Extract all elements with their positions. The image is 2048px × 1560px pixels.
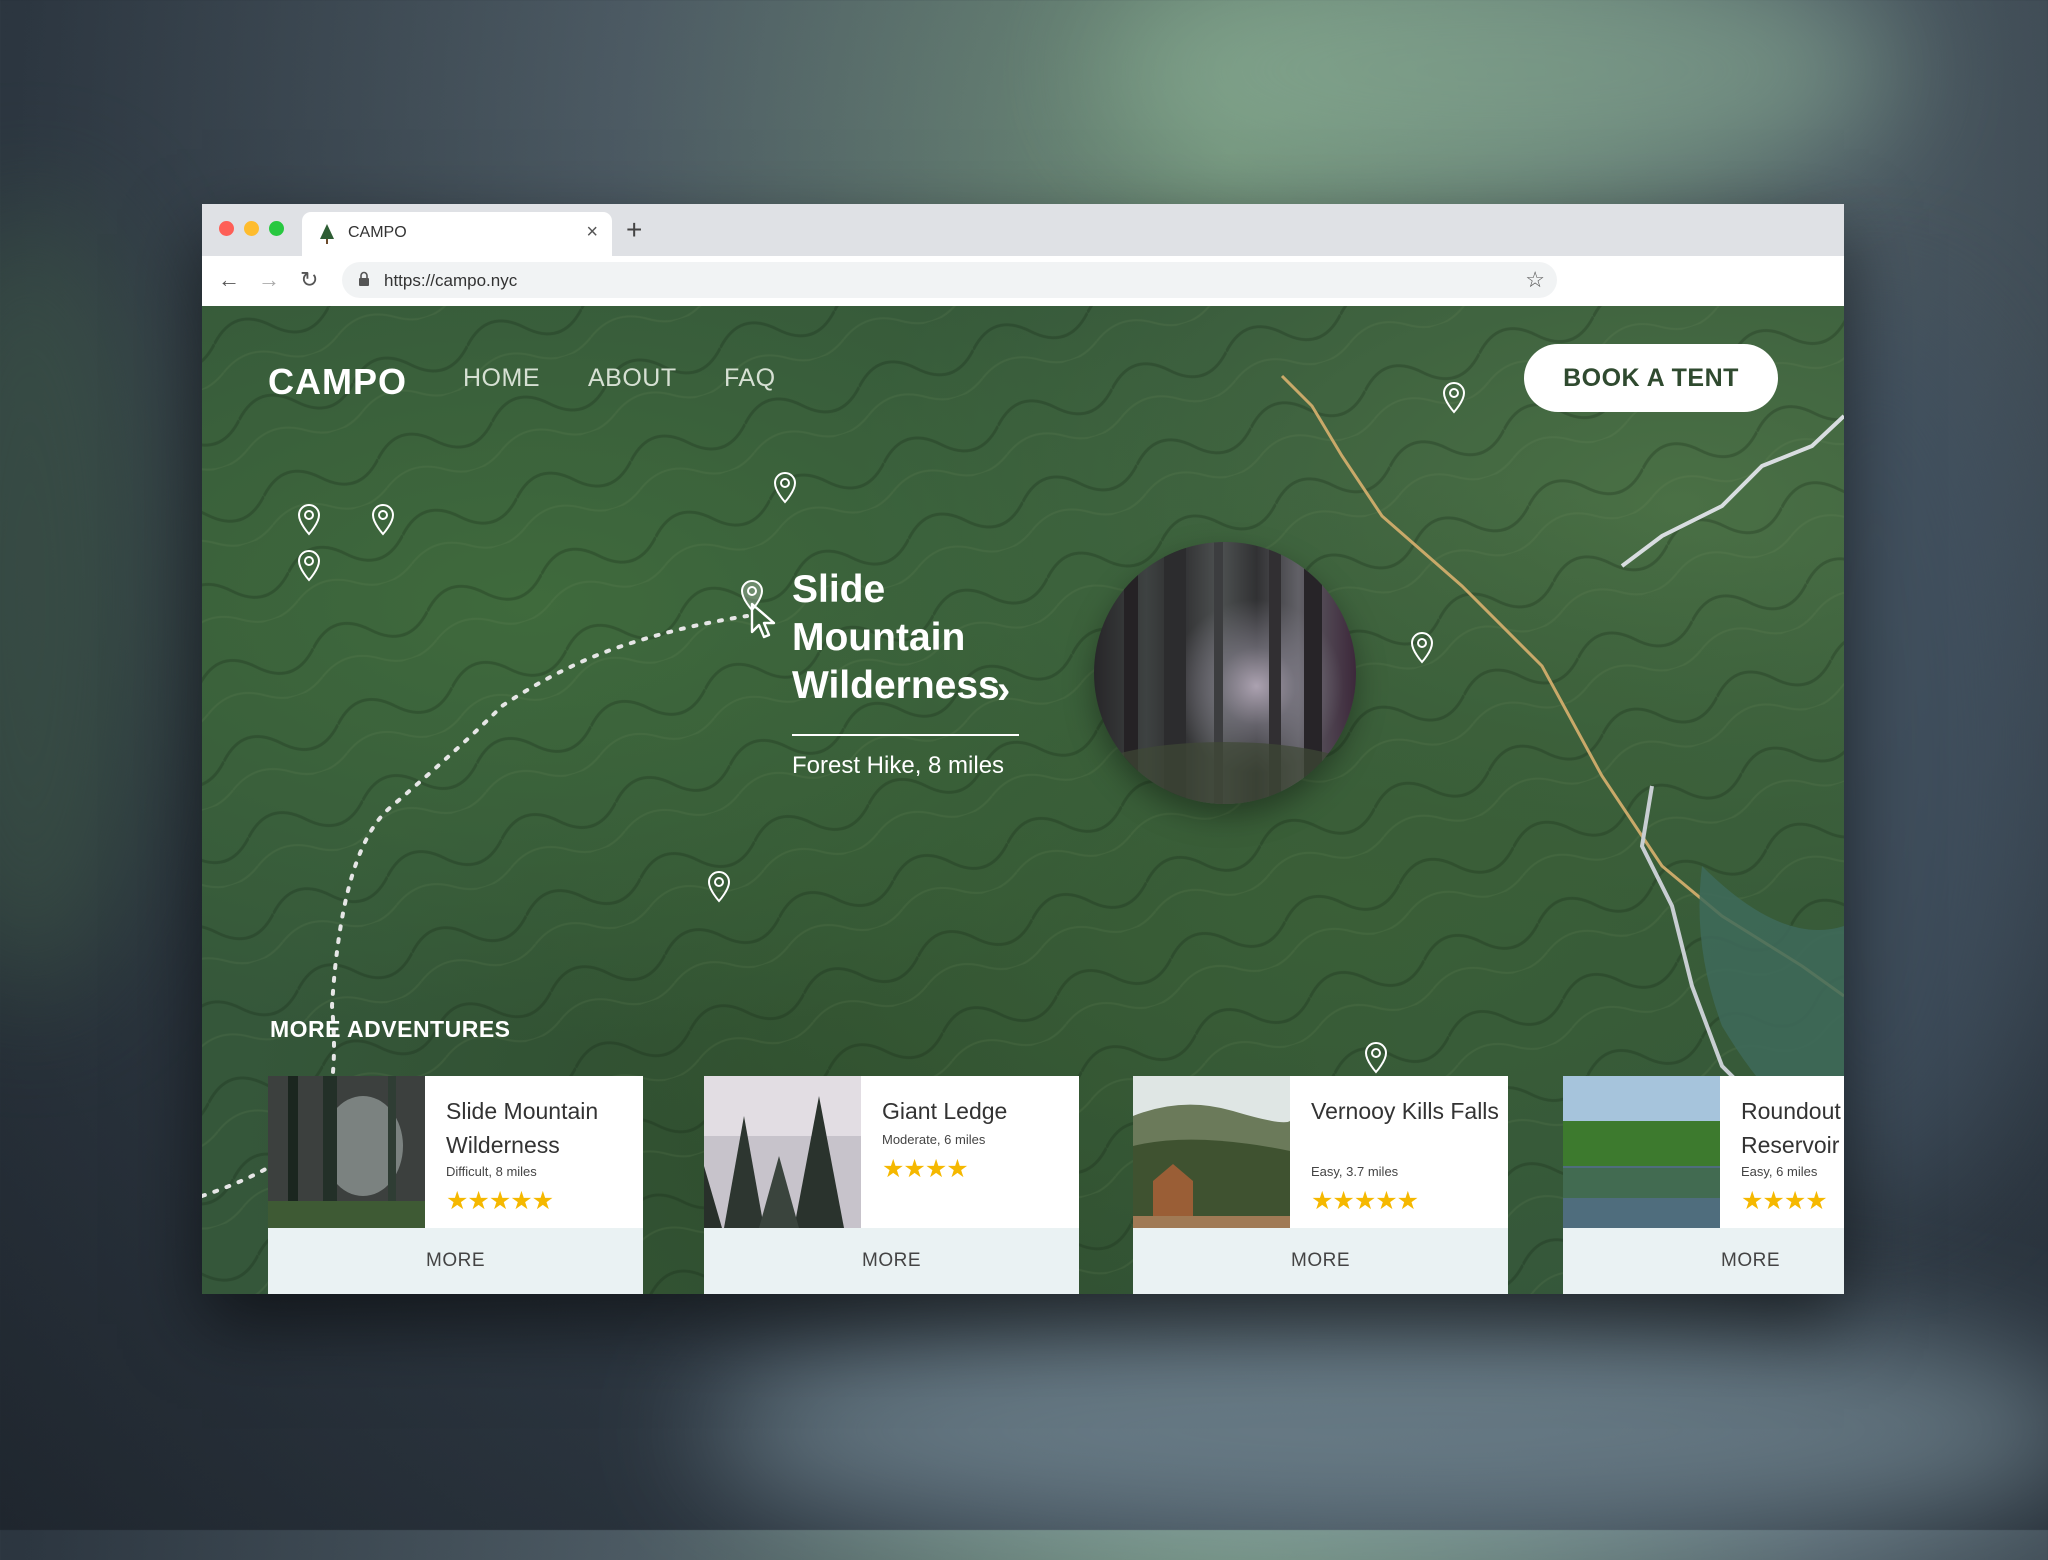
background-blur xyxy=(0,200,160,1000)
card-photo-reservoir xyxy=(1563,1076,1720,1228)
map-pin-icon[interactable] xyxy=(1364,1042,1388,1074)
featured-subtitle: Forest Hike, 8 miles xyxy=(792,752,1005,779)
book-a-tent-button[interactable]: BOOK A TENT xyxy=(1524,344,1778,412)
new-tab-button[interactable]: + xyxy=(626,214,642,246)
star-rating: ★★★★ xyxy=(1741,1187,1828,1215)
lock-icon xyxy=(359,271,369,286)
map-pin-icon[interactable] xyxy=(371,504,395,536)
card-photo-cabin xyxy=(1133,1076,1290,1228)
more-button[interactable]: MORE xyxy=(1563,1228,1844,1294)
map-page: CAMPO HOME ABOUT FAQ BOOK A TENT Slide M… xyxy=(202,306,1844,1294)
adventure-card[interactable]: Slide Mountain Wilderness Difficult, 8 m… xyxy=(268,1076,643,1294)
adventure-card[interactable]: Roundout Reservoir Easy, 6 miles ★★★★ MO… xyxy=(1563,1076,1844,1294)
address-bar[interactable]: https://campo.nyc ☆ xyxy=(342,262,1557,298)
tab-title: CAMPO xyxy=(348,224,407,241)
mouse-cursor-icon xyxy=(750,602,776,639)
map-pin-icon[interactable] xyxy=(1410,632,1434,664)
close-tab-icon[interactable]: × xyxy=(586,221,598,244)
card-difficulty: Easy, 3.7 miles xyxy=(1311,1164,1399,1179)
reload-icon[interactable]: ↻ xyxy=(300,267,318,293)
map-pin-icon[interactable] xyxy=(773,472,797,504)
more-button[interactable]: MORE xyxy=(1133,1228,1508,1294)
nav-about[interactable]: ABOUT xyxy=(588,364,677,393)
background-blur xyxy=(700,1300,2048,1560)
close-window-button[interactable] xyxy=(219,221,234,236)
star-rating: ★★★★★ xyxy=(446,1187,554,1215)
back-arrow-icon[interactable]: ← xyxy=(218,267,240,293)
more-button[interactable]: MORE xyxy=(704,1228,1079,1294)
browser-toolbar: ← → ↻ https://campo.nyc ☆ xyxy=(202,256,1844,307)
featured-title[interactable]: Slide Mountain Wilderness xyxy=(792,566,1152,710)
tab-bar: CAMPO × + xyxy=(202,204,1844,256)
map-pin-icon[interactable] xyxy=(297,504,321,536)
chevron-right-icon[interactable]: › xyxy=(997,668,1010,713)
divider xyxy=(792,734,1019,736)
star-rating: ★★★★ xyxy=(882,1155,969,1183)
forward-arrow-icon[interactable]: → xyxy=(258,267,280,293)
card-difficulty: Easy, 6 miles xyxy=(1741,1164,1818,1179)
more-adventures-heading: MORE ADVENTURES xyxy=(270,1016,511,1042)
minimize-window-button[interactable] xyxy=(244,221,259,236)
map-pin-icon[interactable] xyxy=(297,550,321,582)
maximize-window-button[interactable] xyxy=(269,221,284,236)
nav-faq[interactable]: FAQ xyxy=(724,364,776,393)
map-pin-icon[interactable] xyxy=(1442,382,1466,414)
campo-logo[interactable]: CAMPO xyxy=(268,361,407,403)
background-blur xyxy=(1100,0,1900,200)
adventure-card[interactable]: Giant Ledge Moderate, 6 miles ★★★★ MORE xyxy=(704,1076,1079,1294)
card-difficulty: Difficult, 8 miles xyxy=(446,1164,537,1179)
star-rating: ★★★★★ xyxy=(1311,1187,1419,1215)
more-button[interactable]: MORE xyxy=(268,1228,643,1294)
card-title: Roundout Reservoir xyxy=(1741,1098,1841,1158)
card-photo-forest xyxy=(268,1076,425,1228)
map-pin-icon[interactable] xyxy=(707,871,731,903)
card-title: Giant Ledge xyxy=(882,1098,1008,1124)
card-difficulty: Moderate, 6 miles xyxy=(882,1132,986,1147)
url-text: https://campo.nyc xyxy=(384,271,518,290)
card-title: Vernooy Kills Falls xyxy=(1311,1098,1499,1124)
nav-home[interactable]: HOME xyxy=(463,364,540,393)
browser-window: CAMPO × + ← → ↻ https://campo.nyc ☆ CAMP… xyxy=(202,204,1844,1294)
bookmark-star-icon[interactable]: ☆ xyxy=(1525,267,1545,293)
card-photo-snowy-trees xyxy=(704,1076,861,1228)
adventure-card[interactable]: Vernooy Kills Falls Easy, 3.7 miles ★★★★… xyxy=(1133,1076,1508,1294)
browser-tab[interactable]: CAMPO × xyxy=(302,212,612,256)
card-title: Slide Mountain Wilderness xyxy=(446,1098,599,1158)
tree-icon xyxy=(320,224,334,244)
